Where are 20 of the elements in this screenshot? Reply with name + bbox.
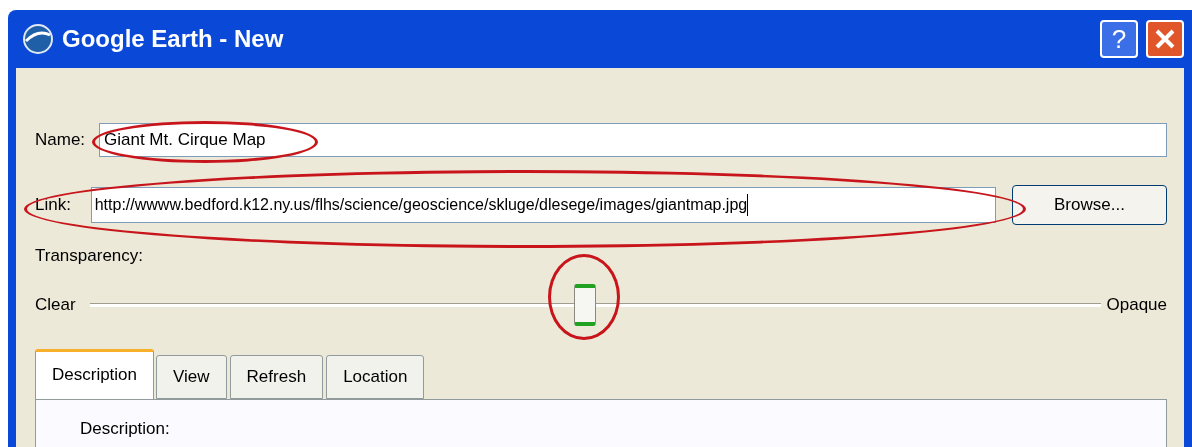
browse-button[interactable]: Browse... (1011, 185, 1167, 225)
clear-label: Clear (35, 293, 77, 316)
link-label: Link: (35, 194, 72, 217)
tab[interactable]: Description (35, 348, 155, 399)
link-field[interactable]: http://wwww.bedford.k12.ny.us/flhs/science/geoscience/skluge/dlesege/images/giantmap.jpg (90, 187, 996, 223)
name-field[interactable]: Giant Mt. Cirque Map (99, 123, 1167, 157)
tab[interactable]: Location (326, 354, 425, 399)
help-button[interactable]: ? (1100, 20, 1138, 58)
globe-icon (22, 23, 54, 55)
tab[interactable]: Refresh (229, 354, 324, 399)
slider-track[interactable] (90, 283, 1101, 326)
slider-thumb[interactable] (574, 283, 597, 326)
window-title: Google Earth - New (62, 24, 284, 54)
opaque-label: Opaque (1106, 293, 1167, 316)
description-label: Description: (80, 418, 170, 438)
transparency-label: Transparency: (35, 245, 145, 267)
close-button[interactable] (1146, 20, 1184, 58)
tab[interactable]: View (156, 354, 227, 399)
close-icon (1154, 28, 1176, 50)
name-label: Name: (35, 129, 87, 152)
